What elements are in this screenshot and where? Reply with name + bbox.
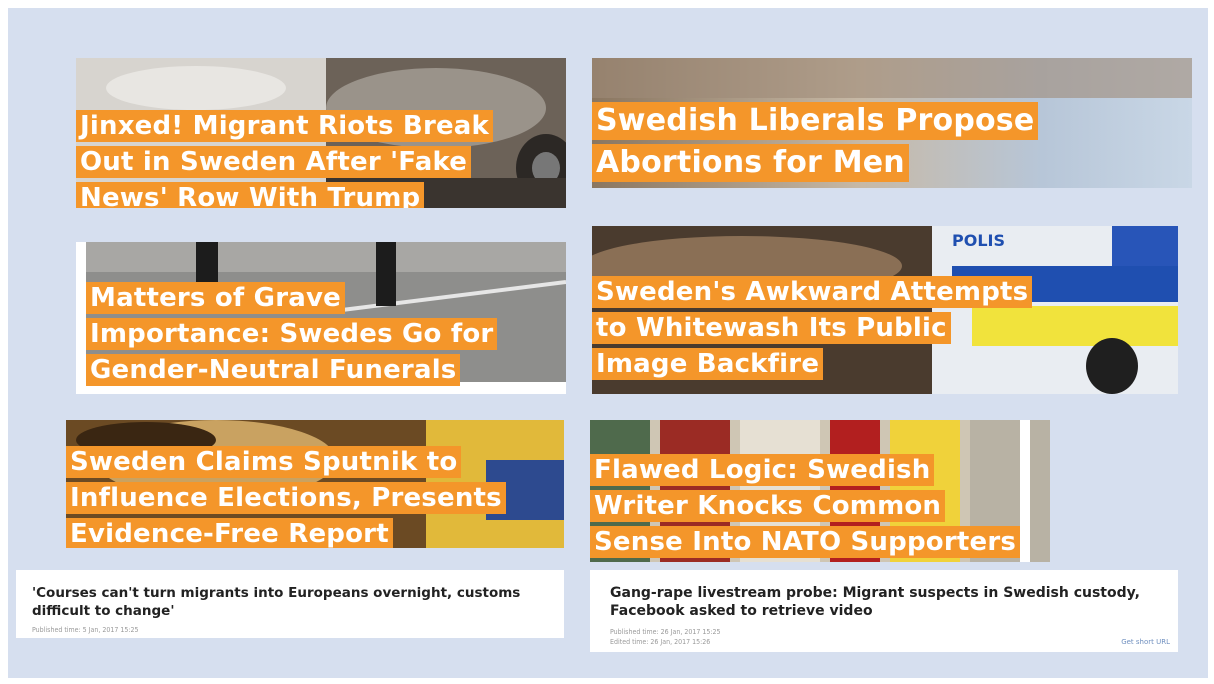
- headline-tile-abortions[interactable]: Swedish Liberals Propose Abortions for M…: [592, 58, 1192, 188]
- title-line: 'Courses can't turn migrants into Europe…: [32, 585, 521, 601]
- headline-line: Writer Knocks Common: [590, 490, 946, 522]
- headline-tile-sputnik[interactable]: Sweden Claims Sputnik to Influence Elect…: [66, 420, 564, 548]
- headline-line: Sweden Claims Sputnik to: [66, 446, 462, 478]
- published-time: Published time: 26 Jan, 2017 15:25: [610, 628, 721, 636]
- headline-line: Matters of Grave: [86, 282, 345, 314]
- headline-tile-riots[interactable]: Jinxed! Migrant Riots Break Out in Swede…: [76, 58, 566, 208]
- headline-line: Evidence-Free Report: [66, 518, 393, 548]
- article-title[interactable]: Gang-rape livestream probe: Migrant susp…: [610, 584, 1158, 620]
- headline-riots: Jinxed! Migrant Riots Break Out in Swede…: [76, 110, 494, 208]
- headline-line: Gender-Neutral Funerals: [86, 354, 461, 386]
- title-line: difficult to change': [32, 603, 175, 619]
- headline-line: News' Row With Trump: [76, 182, 425, 208]
- headline-line: Influence Elections, Presents: [66, 482, 506, 514]
- headline-tile-nato[interactable]: Flawed Logic: Swedish Writer Knocks Comm…: [590, 420, 1050, 562]
- headline-line: Image Backfire: [592, 348, 824, 380]
- headline-line: Sense Into NATO Supporters: [590, 526, 1021, 558]
- headline-line: Flawed Logic: Swedish: [590, 454, 935, 486]
- headline-funerals: Matters of Grave Importance: Swedes Go f…: [86, 282, 498, 390]
- article-title[interactable]: 'Courses can't turn migrants into Europe…: [32, 584, 544, 620]
- headline-whitewash: Sweden's Awkward Attempts to Whitewash I…: [592, 276, 1033, 384]
- headline-line: Abortions for Men: [592, 144, 909, 182]
- headline-line: Out in Sweden After 'Fake: [76, 146, 472, 178]
- collage-board: Jinxed! Migrant Riots Break Out in Swede…: [8, 8, 1208, 678]
- title-line: Gang-rape livestream probe: Migrant susp…: [610, 585, 1140, 601]
- article-card-livestream[interactable]: Gang-rape livestream probe: Migrant susp…: [590, 570, 1178, 652]
- title-line: Facebook asked to retrieve video: [610, 603, 873, 619]
- headline-nato: Flawed Logic: Swedish Writer Knocks Comm…: [590, 454, 1021, 562]
- headline-line: Swedish Liberals Propose: [592, 102, 1039, 140]
- headline-tile-whitewash[interactable]: POLIS Sweden's Awkward Attempts to White…: [592, 226, 1178, 394]
- headline-line: Importance: Swedes Go for: [86, 318, 498, 350]
- headline-line: Jinxed! Migrant Riots Break: [76, 110, 494, 142]
- article-card-courses[interactable]: 'Courses can't turn migrants into Europe…: [16, 570, 564, 638]
- headline-tile-funerals[interactable]: Matters of Grave Importance: Swedes Go f…: [76, 242, 566, 394]
- van-label: POLIS: [952, 231, 1005, 250]
- edited-time: Edited time: 26 Jan, 2017 15:26: [610, 638, 711, 646]
- get-short-url-link[interactable]: Get short URL: [1121, 638, 1170, 646]
- published-time: Published time: 5 Jan, 2017 15:25: [32, 626, 139, 634]
- headline-line: Sweden's Awkward Attempts: [592, 276, 1033, 308]
- headline-line: to Whitewash Its Public: [592, 312, 951, 344]
- headline-sputnik: Sweden Claims Sputnik to Influence Elect…: [66, 446, 506, 548]
- headline-abortions: Swedish Liberals Propose Abortions for M…: [592, 102, 1039, 186]
